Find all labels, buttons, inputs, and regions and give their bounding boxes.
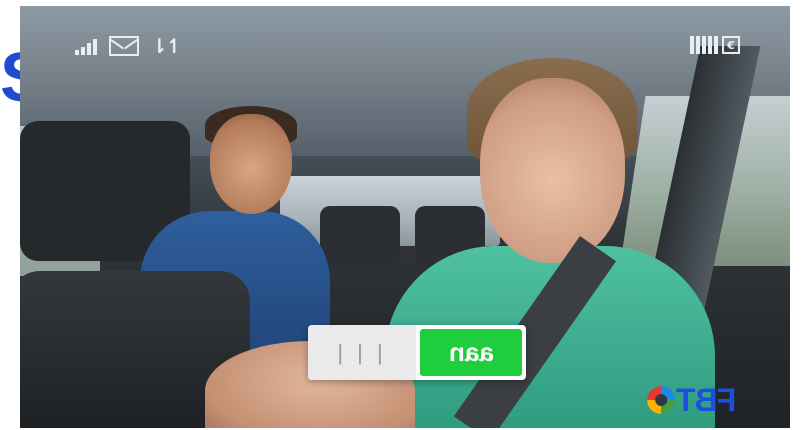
toggle-on-side[interactable]: aan [420, 329, 522, 376]
logo-ring-icon [647, 386, 675, 414]
status-icons-right: € [690, 36, 740, 54]
data-transfer-icon: ⇂↿ [151, 34, 182, 58]
toggle-on-label: aan [448, 337, 494, 367]
on-off-toggle[interactable]: | | | aan [308, 325, 526, 380]
envelope-icon [109, 36, 139, 56]
logo-text: FBT [677, 382, 737, 418]
toggle-off-side[interactable]: | | | [308, 325, 416, 380]
battery-icon: € [690, 36, 740, 54]
status-icons-left: ⇂↿ [75, 34, 182, 58]
battery-symbol: € [722, 36, 740, 54]
signal-bars-icon [75, 37, 97, 55]
rear-headrest [320, 206, 400, 266]
passenger-head [210, 114, 292, 214]
fbto-logo: FBT [647, 382, 737, 418]
driver-head [480, 78, 625, 263]
